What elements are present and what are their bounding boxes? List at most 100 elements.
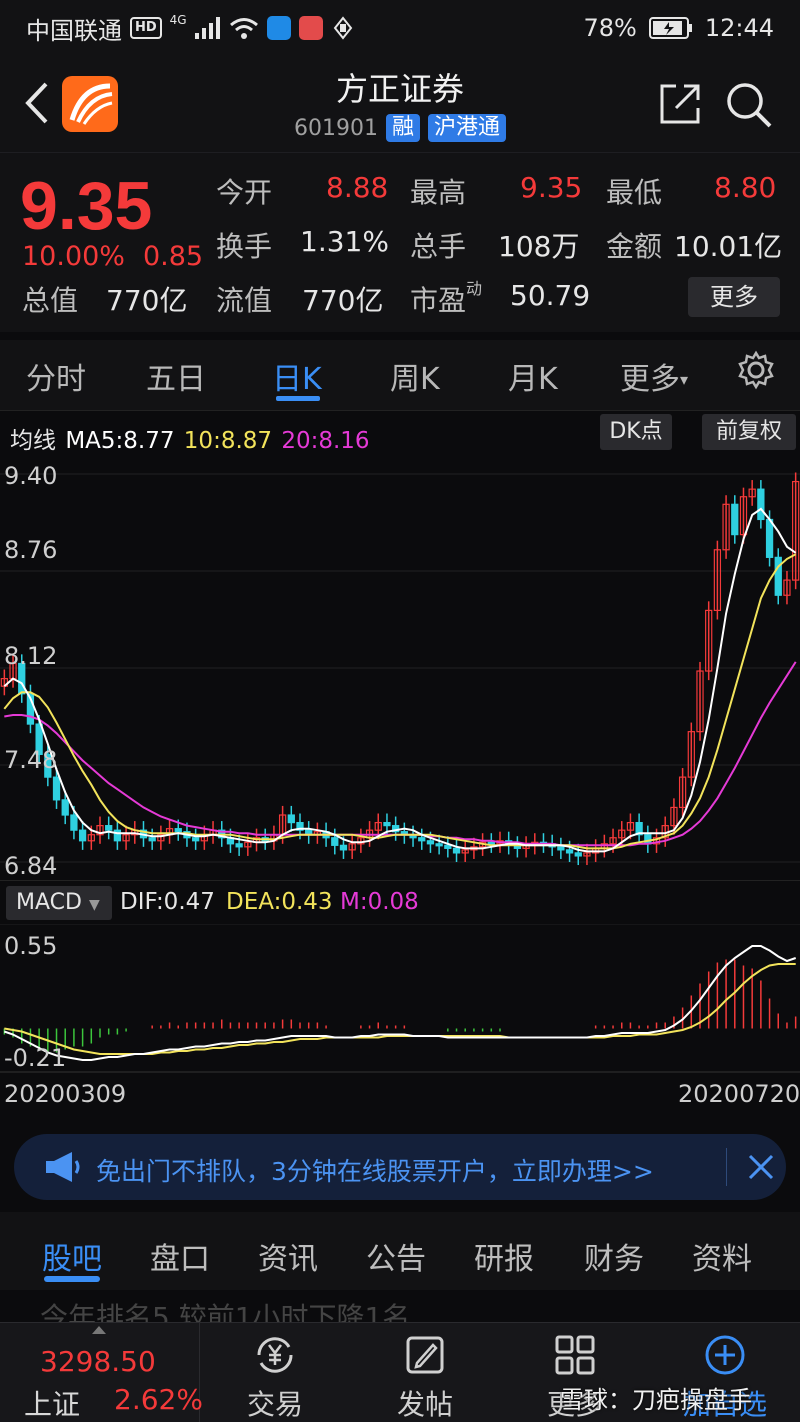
index-ticker[interactable]: 3298.50 上证 2.62% xyxy=(0,1323,203,1422)
hand-icon xyxy=(333,16,352,40)
pe-dynamic-mark: 动 xyxy=(466,278,483,298)
tab-more-periods[interactable]: 更多▾ xyxy=(620,354,688,398)
indicator-selector[interactable]: MACD ▼ xyxy=(6,886,112,920)
stock-header: 方正证券 601901 融 沪港通 xyxy=(0,56,800,152)
share-icon[interactable] xyxy=(656,80,704,128)
quote-value-high: 9.35 xyxy=(520,171,583,204)
triangle-down-icon: ▾ xyxy=(680,370,689,389)
watermark-text: 雪球：刀疤操盘手 xyxy=(560,1386,752,1414)
y-tick-label: 6.84 xyxy=(4,852,58,880)
macd-chart[interactable]: 0.55 -0.21 xyxy=(0,923,800,1074)
y-tick-label: 7.48 xyxy=(4,746,58,774)
ma20-value: 20:8.16 xyxy=(281,428,370,454)
macd-tick-label: -0.21 xyxy=(4,1044,67,1072)
macd-legend: MACD ▼ DIF:0.47 DEA:0.43 M:0.08 xyxy=(0,880,800,924)
signal-icon: 4G xyxy=(169,13,187,27)
candle-body xyxy=(70,814,78,831)
quote-value-mktcap: 770亿 xyxy=(106,284,188,317)
wifi-icon xyxy=(229,18,258,39)
tab-order-book[interactable]: 盘口 xyxy=(150,1234,210,1278)
candle-body xyxy=(444,844,452,849)
tab-daily-k[interactable]: 日K xyxy=(272,354,322,398)
clock: 12:44 xyxy=(704,14,774,42)
quote-cell-low: 最低 xyxy=(606,176,663,209)
candle-body xyxy=(287,814,295,824)
carrier-label: 中国联通 xyxy=(26,16,122,45)
tab-forum[interactable]: 股吧 xyxy=(42,1234,102,1278)
adjust-button[interactable]: 前复权 xyxy=(702,414,796,450)
more-quote-button[interactable]: 更多 xyxy=(688,277,780,317)
tab-financials[interactable]: 财务 xyxy=(584,1234,644,1278)
account-open-banner[interactable]: 免出门不排队，3分钟在线股票开户，立即办理>> xyxy=(14,1134,786,1200)
book-app-icon xyxy=(298,16,323,40)
gear-icon[interactable] xyxy=(736,350,776,390)
end-date: 20200720 xyxy=(678,1080,800,1108)
quote-value-open: 8.88 xyxy=(326,171,389,204)
triangle-down-icon: ▼ xyxy=(88,897,100,913)
dk-point-button[interactable]: DK点 xyxy=(600,414,672,450)
candle-body xyxy=(383,821,391,827)
y-tick-label: 8.76 xyxy=(4,536,58,564)
dea-line xyxy=(4,963,796,1055)
tab-monthly-k[interactable]: 月K xyxy=(508,354,558,398)
battery-icon xyxy=(648,17,692,39)
index-percent: 2.62% xyxy=(114,1383,203,1416)
banner-text: 免出门不排队，3分钟在线股票开户，立即办理>> xyxy=(96,1157,654,1186)
m-value: M:0.08 xyxy=(340,889,419,915)
candle-body xyxy=(105,825,113,831)
tab-weekly-k[interactable]: 周K xyxy=(390,354,440,398)
tab-announcements[interactable]: 公告 xyxy=(366,1234,426,1278)
megaphone-icon xyxy=(46,1152,80,1182)
candle-body xyxy=(339,844,348,851)
banner-divider xyxy=(726,1148,727,1186)
ma5-value: MA5:8.77 xyxy=(65,428,175,454)
connect-tag: 沪港通 xyxy=(427,114,506,142)
candle-body xyxy=(113,829,122,842)
tab-news[interactable]: 资讯 xyxy=(258,1234,318,1278)
candle-body xyxy=(148,837,156,842)
status-bar: 中国联通 HD 4G 78% 12:44 xyxy=(0,0,800,56)
ma-legend: 均线 MA5:8.77 10:8.87 20:8.16 xyxy=(0,410,800,456)
quote-value-float: 770亿 xyxy=(302,284,384,317)
app-notification-icon xyxy=(266,16,291,40)
cell-signal-icon xyxy=(194,17,220,39)
dea-value: DEA:0.43 xyxy=(226,889,333,915)
quote-value-turnover: 1.31% xyxy=(300,225,389,258)
dif-value: DIF:0.47 xyxy=(120,889,215,915)
candle-body xyxy=(61,799,69,816)
candle-body xyxy=(52,776,61,801)
period-tabs: 分时 五日 日K 周K 月K 更多▾ xyxy=(0,340,800,410)
tab-profile[interactable]: 资料 xyxy=(692,1234,752,1278)
macd-tick-label: 0.55 xyxy=(4,932,58,960)
candle-body xyxy=(557,846,565,851)
plus-circle-icon xyxy=(705,1335,745,1375)
tab-research[interactable]: 研报 xyxy=(474,1234,534,1278)
close-icon[interactable] xyxy=(746,1152,776,1182)
candle-body xyxy=(418,837,426,842)
nav-trade[interactable]: 交易 xyxy=(200,1323,350,1422)
index-value: 3298.50 xyxy=(40,1345,156,1378)
candle-body xyxy=(765,518,774,558)
quote-cell-mktcap: 总值 xyxy=(22,284,79,317)
edit-icon xyxy=(406,1336,444,1374)
battery-percent: 78% xyxy=(583,14,637,42)
change-amount: 0.85 xyxy=(142,241,204,272)
quote-cell-amount: 金额 xyxy=(606,230,663,263)
candle-body xyxy=(174,828,182,833)
stock-code: 601901 xyxy=(293,115,378,141)
last-price: 9.35 xyxy=(20,168,153,244)
hd-icon: HD xyxy=(130,17,162,39)
search-icon[interactable] xyxy=(724,80,774,130)
tab-intraday[interactable]: 分时 xyxy=(26,354,86,398)
nav-post[interactable]: 发帖 xyxy=(350,1323,500,1422)
kline-chart[interactable]: 9.40 8.76 8.12 7.48 6.84 xyxy=(0,456,800,880)
candle-body xyxy=(565,849,574,854)
candle-body xyxy=(426,840,435,845)
change-percent: 10.00% xyxy=(22,241,125,272)
quote-panel: 9.35 10.00% 0.85 今开 8.88 最高 9.35 最低 8.80 … xyxy=(0,152,800,332)
candle-body xyxy=(78,829,87,842)
quote-cell-pe: 市盈动 xyxy=(410,278,483,317)
y-tick-label: 8.12 xyxy=(4,642,58,670)
tab-five-day[interactable]: 五日 xyxy=(146,354,206,398)
yen-refresh-icon xyxy=(257,1337,293,1373)
